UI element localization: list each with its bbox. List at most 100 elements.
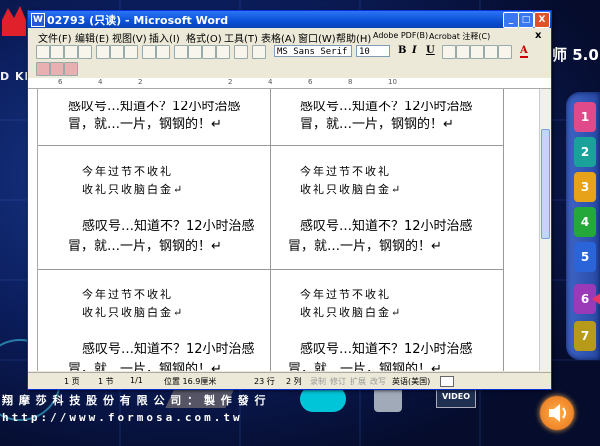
status-overtype[interactable]: 改写 [370,376,386,387]
poem-line: 收礼只收脑白金↵ [300,306,403,319]
vertical-ruler[interactable] [28,89,38,371]
menu-window[interactable]: 窗口(W) [298,30,336,45]
current-chapter-arrow-icon [592,292,600,306]
app-title-partial: 师 5.0 [552,46,599,64]
paragraph-text: 感叹号…知道不？12小时治感 [300,342,473,357]
align-left-icon[interactable] [442,45,456,59]
menu-help[interactable]: 帮助(H) [336,30,371,45]
permission-icon[interactable] [78,45,92,59]
vertical-scroll-thumb[interactable] [541,129,550,239]
status-page: 1 页 [64,377,80,386]
title-bar[interactable]: W 02793 (只读) - Microsoft Word _ □ X [28,11,551,28]
menu-table[interactable]: 表格(A) [261,30,296,45]
menu-file[interactable]: 文件(F) [38,30,72,45]
menu-acrobat-comments[interactable]: Acrobat 注释(C) [429,31,490,42]
status-column: 2 列 [286,377,302,386]
chapter-2-button[interactable]: 2 [574,137,596,167]
numbering-icon[interactable] [470,45,484,59]
status-bar: 1 页 1 节 1/1 位置 16.9厘米 23 行 2 列 录制 修订 扩展 … [28,372,551,389]
paragraph-text: 冒，就…一片，钢钢的！↵ [68,239,222,254]
document-close-button[interactable]: x [535,30,541,41]
standard-toolbar: MS Sans Serif 10 B I U A [28,44,551,60]
horizontal-ruler[interactable]: 6 4 2 2 4 6 8 10 [28,78,551,89]
save-icon[interactable] [64,45,78,59]
chapter-7-button[interactable]: 7 [574,321,596,351]
poem-line: 今年过节不收礼 [82,165,173,178]
cut-icon[interactable] [174,45,188,59]
paragraph-text: 感叹号…知道不？12小时治感 [82,342,255,357]
hyperlink-icon[interactable] [252,45,266,59]
status-record[interactable]: 录制 [310,376,326,387]
poem-line: 收礼只收脑白金↵ [82,183,185,196]
menu-tools[interactable]: 工具(T) [224,30,258,45]
status-section: 1 节 [98,377,114,386]
status-position: 位置 16.9厘米 [164,377,217,386]
bullets-icon[interactable] [484,45,498,59]
paragraph-text: 冒，就…一片，钢钢的！↵ [300,117,454,132]
status-track-changes[interactable]: 修订 [330,376,346,387]
chapter-4-button[interactable]: 4 [574,207,596,237]
window-title: 02793 (只读) - Microsoft Word [47,14,229,27]
new-document-icon[interactable] [36,45,50,59]
pdf-email-icon[interactable] [50,62,64,76]
format-painter-icon[interactable] [216,45,230,59]
indent-icon[interactable] [498,45,512,59]
close-button[interactable]: X [534,12,550,28]
status-language: 英语(美国) [392,377,431,386]
pdf-toolbar [28,61,551,77]
undo-icon[interactable] [234,45,248,59]
menu-adobe-pdf[interactable]: Adobe PDF(B) [373,31,428,40]
chapter-3-button[interactable]: 3 [574,172,596,202]
word-window: W 02793 (只读) - Microsoft Word _ □ X 文件(F… [27,10,552,390]
email-icon[interactable] [96,45,110,59]
word-app-icon[interactable]: W [31,13,45,27]
poem-line: 今年过节不收礼 [300,165,391,178]
open-folder-icon[interactable] [50,45,64,59]
italic-button[interactable]: I [412,45,417,56]
poem-line: 今年过节不收礼 [82,288,173,301]
document-area[interactable]: 感叹号…知道不？12小时治感 感叹号…知道不？12小时治感 冒，就…一片，钢钢的… [38,89,539,371]
paragraph-text: 感叹号…知道不？12小时治感 [82,219,255,234]
chapter-1-button[interactable]: 1 [574,102,596,132]
status-extend[interactable]: 扩展 [350,376,366,387]
company-url[interactable]: http://www.formosa.com.tw [2,411,243,424]
spelling-status-icon[interactable] [440,376,454,387]
maximize-button[interactable]: □ [518,12,534,28]
paragraph-text: 冒，就…一片，钢钢的！↵ [68,362,222,371]
poem-line: 收礼只收脑白金↵ [300,183,403,196]
pdf-review-icon[interactable] [64,62,78,76]
spelling-icon[interactable] [142,45,156,59]
print-preview-icon[interactable] [124,45,138,59]
font-size-select[interactable]: 10 [356,45,390,57]
paragraph-text: 冒，就…一片，钢钢的！↵ [288,362,442,371]
poem-line: 收礼只收脑白金↵ [82,306,185,319]
paragraph-text: 冒，就…一片，钢钢的！↵ [68,117,222,132]
align-center-icon[interactable] [456,45,470,59]
font-color-button[interactable]: A [520,45,528,58]
paragraph-text: 感叹号…知道不？12小时治感 [300,219,473,234]
vertical-scrollbar[interactable] [539,89,551,371]
poem-line: 今年过节不收礼 [300,288,391,301]
logo-crown-icon [2,6,26,36]
copy-icon[interactable] [188,45,202,59]
status-line: 23 行 [254,377,275,386]
bold-button[interactable]: B [398,45,406,56]
underline-button[interactable]: U [426,45,435,56]
menu-edit[interactable]: 编辑(E) [75,30,109,45]
font-name-select[interactable]: MS Sans Serif [274,45,352,57]
minimize-button[interactable]: _ [503,12,519,28]
chapter-5-button[interactable]: 5 [574,242,596,272]
speaker-glyph-icon [549,404,566,422]
paragraph-text: 冒，就…一片，钢钢的！↵ [288,239,442,254]
paste-icon[interactable] [202,45,216,59]
menu-format[interactable]: 格式(O) [186,30,222,45]
menu-insert[interactable]: 插入(I) [149,30,180,45]
menu-view[interactable]: 视图(V) [112,30,147,45]
company-credit: 翔 摩 莎 科 技 股 份 有 限 公 司 ： 製 作 發 行 [2,394,267,407]
menu-bar: 文件(F) 编辑(E) 视图(V) 插入(I) 格式(O) 工具(T) 表格(A… [28,29,551,45]
speaker-icon[interactable] [540,396,574,430]
print-icon[interactable] [110,45,124,59]
research-icon[interactable] [156,45,170,59]
status-pages: 1/1 [130,376,143,385]
convert-pdf-icon[interactable] [36,62,50,76]
